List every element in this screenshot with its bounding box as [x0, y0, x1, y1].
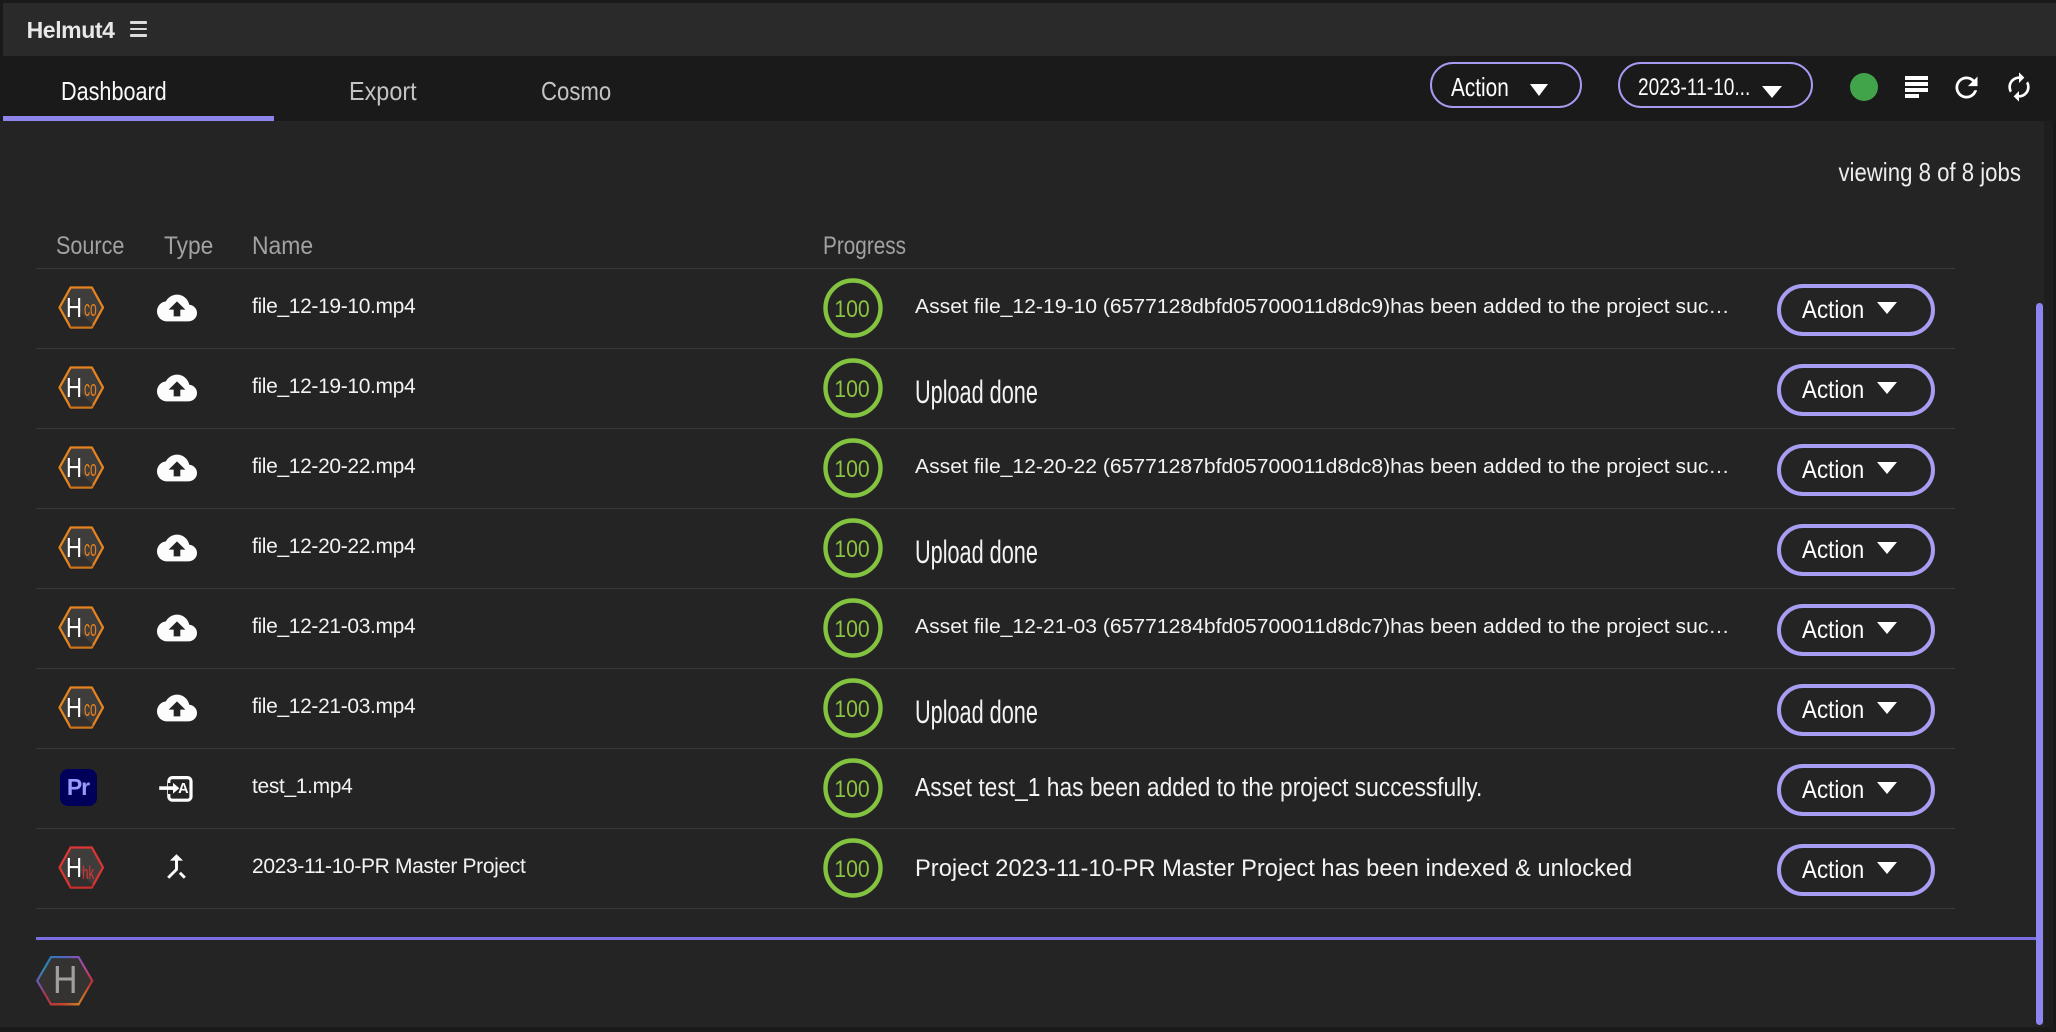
svg-text:A: A	[178, 781, 189, 797]
